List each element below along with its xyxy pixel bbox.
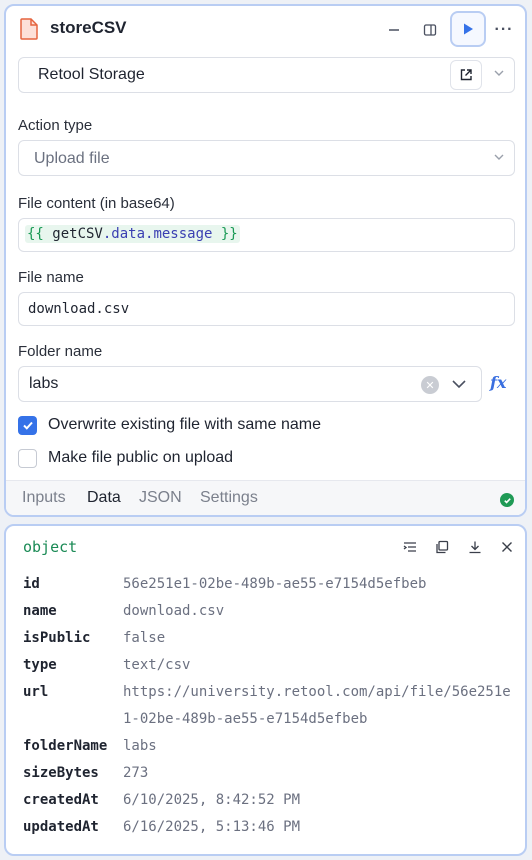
result-key: updatedAt <box>23 819 99 835</box>
result-value: 56e251e1-02be-489b-ae55-e7154d5efbeb <box>123 576 427 592</box>
result-value: false <box>123 630 166 646</box>
result-value[interactable]: https://university.retool.com/api/file/5… <box>123 679 518 733</box>
public-checkbox[interactable] <box>18 448 37 468</box>
result-key: id <box>23 576 40 592</box>
collapse-all-icon[interactable] <box>399 536 421 558</box>
chevron-down-icon <box>493 151 505 166</box>
result-key: type <box>23 657 57 673</box>
external-link-icon <box>460 69 472 81</box>
file-name-input[interactable]: download.csv <box>18 292 515 326</box>
close-icon[interactable] <box>496 536 518 558</box>
file-content-input[interactable]: {{ getCSV.data.message }} <box>18 218 515 252</box>
result-value: download.csv <box>123 603 225 619</box>
result-inspector-panel: object id 56e251e1-02be-489b-ae55-e7154d… <box>4 524 527 856</box>
chevron-down-icon[interactable] <box>493 67 505 82</box>
fx-toggle-icon[interactable]: fx <box>490 373 506 392</box>
run-button[interactable] <box>450 11 486 47</box>
result-value: 6/16/2025, 5:13:46 PM <box>123 819 301 835</box>
open-resource-button[interactable] <box>450 60 482 90</box>
result-type-label: object <box>23 538 78 556</box>
toggle-panel-button[interactable] <box>414 14 446 46</box>
overwrite-label: Overwrite existing file with same name <box>48 416 321 433</box>
action-type-select[interactable]: Upload file <box>18 140 515 176</box>
query-editor-panel: storeCSV ··· Retool Storage Action type … <box>4 4 527 517</box>
public-option[interactable]: Make file public on upload <box>18 447 233 469</box>
folder-name-label: Folder name <box>18 343 103 360</box>
result-tabs: Inputs Data JSON Settings <box>6 480 525 517</box>
folder-name-value: labs <box>29 375 59 392</box>
result-key: url <box>23 684 49 700</box>
template-open-brace: {{ <box>27 226 44 242</box>
tab-inputs[interactable]: Inputs <box>22 489 66 507</box>
download-icon[interactable] <box>464 536 486 558</box>
template-identifier: getCSV <box>43 226 103 242</box>
tab-data[interactable]: Data <box>87 489 121 507</box>
active-tab-indicator <box>87 515 125 517</box>
result-key: folderName <box>23 738 108 754</box>
result-key: isPublic <box>23 630 91 646</box>
public-label: Make file public on upload <box>48 449 234 466</box>
folder-name-select[interactable]: labs ✕ <box>18 366 482 402</box>
minus-icon <box>389 29 399 31</box>
file-name-label: File name <box>18 269 84 286</box>
more-options-button[interactable]: ··· <box>488 14 520 46</box>
sidebar-panel-icon <box>423 24 437 36</box>
result-key: name <box>23 603 57 619</box>
clear-icon[interactable]: ✕ <box>421 376 439 394</box>
resource-value: Retool Storage <box>38 66 145 83</box>
query-header: storeCSV ··· <box>6 6 525 52</box>
result-value: text/csv <box>123 657 191 673</box>
checkmark-icon <box>22 421 33 430</box>
file-name-value: download.csv <box>28 301 130 317</box>
play-icon <box>464 23 473 35</box>
file-content-label: File content (in base64) <box>18 195 175 212</box>
query-name[interactable]: storeCSV <box>50 18 127 38</box>
action-type-label: Action type <box>18 117 93 134</box>
copy-icon[interactable] <box>431 536 453 558</box>
result-key: sizeBytes <box>23 765 99 781</box>
result-value: 6/10/2025, 8:42:52 PM <box>123 792 301 808</box>
tab-settings[interactable]: Settings <box>200 489 258 507</box>
template-property: .data.message <box>102 226 213 242</box>
success-check-icon <box>500 493 514 507</box>
resource-select[interactable]: Retool Storage <box>18 57 515 93</box>
tab-json[interactable]: JSON <box>139 489 182 507</box>
template-expression: {{ getCSV.data.message }} <box>25 225 240 243</box>
result-key: createdAt <box>23 792 99 808</box>
result-value: 273 <box>123 765 149 781</box>
file-icon <box>20 18 38 40</box>
template-close-brace: }} <box>212 226 238 242</box>
minimize-button[interactable] <box>378 14 410 46</box>
overwrite-option[interactable]: Overwrite existing file with same name <box>18 414 321 436</box>
chevron-down-icon[interactable] <box>451 376 467 397</box>
overwrite-checkbox[interactable] <box>18 415 37 435</box>
result-value: labs <box>123 738 157 754</box>
ellipsis-icon: ··· <box>494 21 514 38</box>
action-type-value: Upload file <box>34 150 110 167</box>
